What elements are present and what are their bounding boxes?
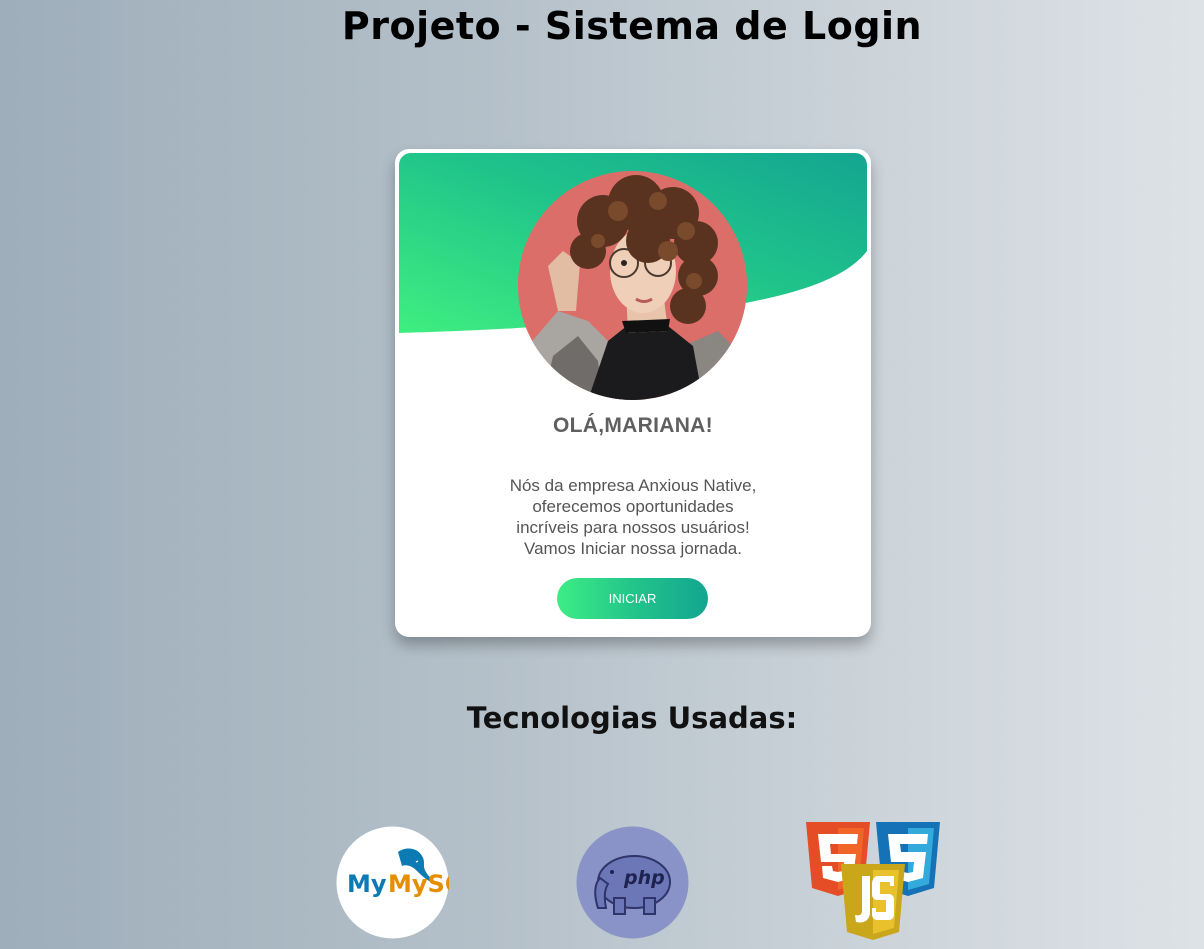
start-button[interactable]: INICIAR	[557, 578, 708, 619]
welcome-message: Nós da empresa Anxious Native, oferecemo…	[483, 475, 783, 559]
message-line: Nós da empresa Anxious Native,	[509, 476, 757, 495]
message-line: Vamos Iniciar nossa jornada.	[524, 539, 742, 558]
greeting-heading: OLÁ,MARIANA!	[553, 414, 713, 437]
message-line: incríveis para nossos usuários!	[516, 518, 750, 537]
svg-text:My: My	[347, 870, 387, 898]
mysql-logo: My MySQL	[336, 826, 481, 939]
php-logo: php	[576, 826, 689, 939]
html-css-js-logo	[804, 820, 942, 944]
message-line: oferecemos oportunidades	[532, 497, 734, 516]
page-title: Projeto - Sistema de Login	[341, 4, 923, 48]
php-logo-text: php	[623, 867, 665, 889]
technologies-heading: Tecnologias Usadas:	[466, 701, 798, 735]
mysql-logo-text: MySQL	[388, 870, 449, 898]
profile-avatar	[518, 171, 747, 400]
welcome-card: OLÁ,MARIANA! Nós da empresa Anxious Nati…	[395, 149, 871, 637]
